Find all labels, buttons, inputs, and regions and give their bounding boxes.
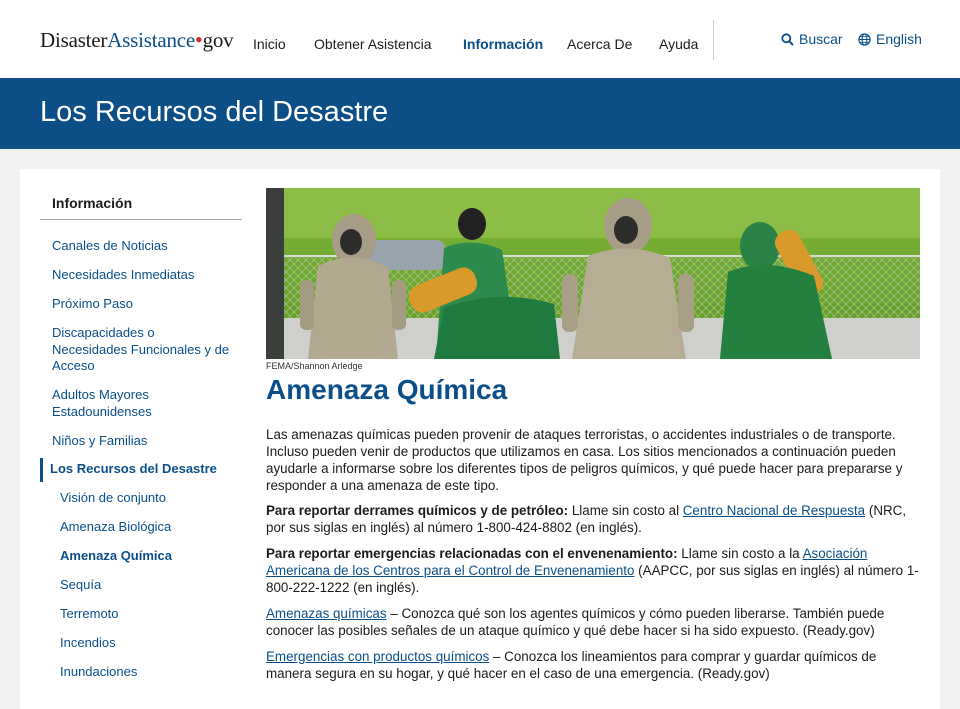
poison-report-label: Para reportar emergencias relacionadas c… — [266, 546, 678, 561]
site-logo[interactable]: DisasterAssistance•gov — [40, 27, 234, 53]
poison-report-paragraph: Para reportar emergencias relacionadas c… — [266, 545, 920, 596]
sidebar-item-canales-de-noticias[interactable]: Canales de Noticias — [52, 238, 232, 255]
sidebar-divider — [40, 219, 242, 220]
logo-text-assistance: Assistance — [107, 28, 196, 52]
sidebar-subitem-vision-de-conjunto[interactable]: Visión de conjunto — [60, 490, 240, 507]
chemical-threats-link[interactable]: Amenazas químicas — [266, 606, 387, 621]
spill-report-label: Para reportar derrames químicos y de pet… — [266, 503, 569, 518]
sidebar-item-adultos-mayores[interactable]: Adultos Mayores Estadounidenses — [52, 387, 212, 420]
language-label: English — [876, 31, 922, 47]
nav-obtener-asistencia[interactable]: Obtener Asistencia — [314, 36, 432, 52]
image-caption: FEMA/Shannon Arledge — [266, 361, 363, 371]
chemical-products-paragraph: Emergencias con productos químicos – Con… — [266, 648, 920, 682]
logo-dot: • — [195, 27, 203, 52]
spill-report-text-1: Llame sin costo al — [568, 503, 683, 518]
sidebar-subitem-incendios[interactable]: Incendios — [60, 635, 240, 652]
chemical-products-link[interactable]: Emergencias con productos químicos — [266, 649, 489, 664]
sidebar-item-necesidades-inmediatas[interactable]: Necesidades Inmediatas — [52, 267, 232, 284]
site-header: DisasterAssistance•gov Inicio Obtener As… — [0, 0, 960, 78]
logo-text-disaster: Disaster — [40, 28, 108, 52]
sidebar-subitem-inundaciones[interactable]: Inundaciones — [60, 664, 240, 681]
sidebar-item-discapacidades[interactable]: Discapacidades o Necesidades Funcionales… — [52, 325, 232, 375]
search-link[interactable]: Buscar — [781, 31, 843, 47]
logo-text-gov: gov — [202, 28, 234, 52]
sidebar-item-proximo-paso[interactable]: Próximo Paso — [52, 296, 232, 313]
nav-ayuda[interactable]: Ayuda — [659, 36, 698, 52]
current-item-indicator — [40, 458, 43, 482]
nav-divider — [713, 20, 714, 60]
banner-title: Los Recursos del Desastre — [40, 96, 389, 128]
search-label: Buscar — [799, 31, 843, 47]
intro-paragraph: Las amenazas químicas pueden provenir de… — [266, 427, 903, 493]
poison-report-text-1: Llame sin costo a la — [677, 546, 803, 561]
sidebar-subitem-sequia[interactable]: Sequía — [60, 577, 240, 594]
nav-informacion[interactable]: Información — [463, 36, 543, 52]
language-toggle[interactable]: English — [858, 31, 922, 47]
page-banner: Los Recursos del Desastre — [0, 78, 960, 149]
globe-icon — [858, 32, 871, 46]
page-title: Amenaza Química — [266, 374, 508, 405]
sidebar-item-los-recursos-del-desastre[interactable]: Los Recursos del Desastre — [50, 461, 240, 478]
search-icon — [781, 32, 794, 46]
nav-inicio[interactable]: Inicio — [253, 36, 286, 52]
spill-report-paragraph: Para reportar derrames químicos y de pet… — [266, 502, 920, 536]
chemical-threats-paragraph: Amenazas químicas – Conozca qué son los … — [266, 605, 920, 639]
sidebar-heading: Información — [52, 195, 133, 211]
hero-image — [266, 188, 920, 359]
sidebar-subitem-amenaza-quimica[interactable]: Amenaza Química — [60, 548, 240, 565]
nav-acerca-de[interactable]: Acerca De — [567, 36, 632, 52]
sidebar-item-ninos-y-familias[interactable]: Niños y Familias — [52, 433, 232, 450]
sidebar-subitem-amenaza-biologica[interactable]: Amenaza Biológica — [60, 519, 240, 536]
sidebar-subitem-terremoto[interactable]: Terremoto — [60, 606, 240, 623]
nrc-link[interactable]: Centro Nacional de Respuesta — [683, 503, 865, 518]
